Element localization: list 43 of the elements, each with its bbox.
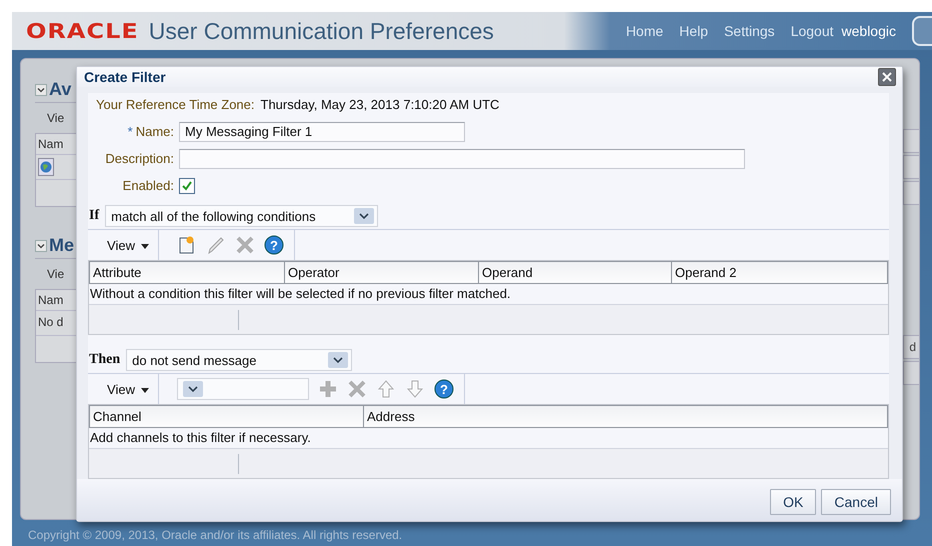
view-menu[interactable]: View [88,238,158,252]
caret-icon[interactable] [140,244,149,249]
collapse-icon[interactable] [35,84,47,96]
column-header: Operator [285,262,479,283]
section-title: Av [49,79,72,100]
user-name: weblogic [842,23,896,39]
field-label: Name: [136,124,174,139]
section-label: Then [88,352,120,368]
collapse-icon[interactable] [35,240,47,252]
globe-icon [38,158,54,176]
close-button[interactable] [878,68,896,86]
enabled-checkbox[interactable] [179,178,195,194]
column-header: Operand 2 [674,264,738,282]
table-cell: No d [38,315,64,329]
ok-button[interactable]: OK [770,489,816,515]
column-header: d [903,335,919,359]
logo-icon [912,16,932,46]
column-header: Channel [90,406,364,427]
field-label: Enabled: [122,178,174,193]
app-title: User Communication Preferences [148,18,494,45]
section-label: If [88,208,100,224]
help-icon[interactable]: ? [264,235,284,255]
column-header: Attribute [90,262,285,283]
name-field[interactable]: My Messaging Filter 1 [179,122,465,142]
column-header: Address [366,408,416,426]
section-title: Me [49,235,74,256]
caret-icon[interactable] [140,388,149,393]
copyright-text: Copyright © 2009, 2013, Oracle and/or its affiliates. All rights reserved. [27,527,404,542]
field-label: Description: [105,151,174,166]
description-field[interactable] [179,148,745,168]
oracle-logo: ORACLE [26,19,139,43]
cancel-button[interactable]: Cancel [821,489,891,515]
column-header: Operand [479,262,672,283]
timezone-label: Your Reference Time Zone: [96,97,254,114]
timezone-value: Thursday, May 23, 2013 7:10:20 AM UTC [260,97,500,114]
dropdown[interactable]: match all of the following conditions [105,205,378,227]
nav-link[interactable]: Logout [790,23,834,39]
help-icon[interactable]: ? [434,379,454,399]
required-mark: * [128,124,133,139]
dialog-title: Create Filter [84,69,166,85]
dropdown[interactable]: do not send message [126,349,352,371]
view-menu[interactable]: View [88,382,158,396]
close-icon [882,72,892,82]
